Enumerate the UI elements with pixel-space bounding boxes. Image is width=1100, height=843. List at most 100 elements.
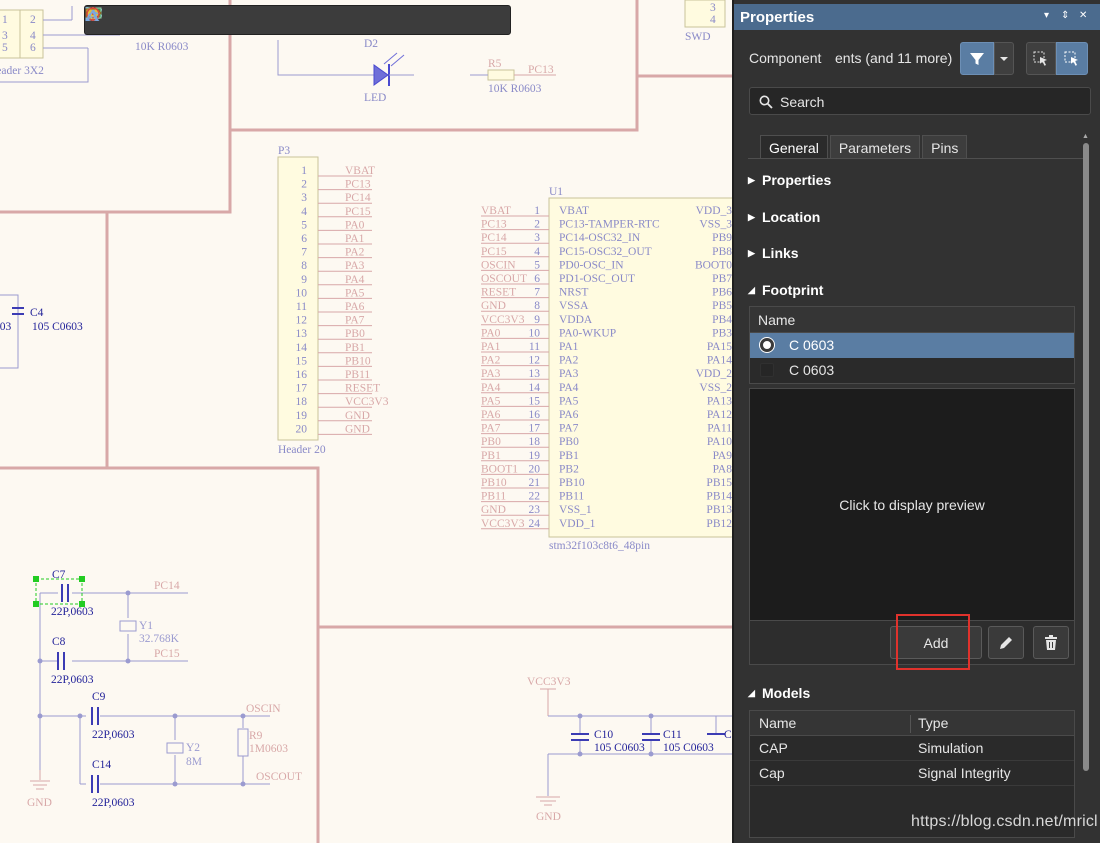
models-column-type: Type <box>918 715 949 731</box>
u1-pin-name-right: PA10 <box>707 436 732 448</box>
u1-net-label: PA0 <box>481 327 501 339</box>
p3-net-label: PC15 <box>345 206 371 218</box>
svg-text:105 C0603: 105 C0603 <box>663 742 714 754</box>
section-properties[interactable]: ▶ Properties <box>748 172 831 188</box>
search-box[interactable] <box>749 87 1091 115</box>
tab-parameters[interactable]: Parameters <box>829 135 921 159</box>
expand-arrow-icon: ▶ <box>748 247 755 258</box>
u1-pin-name-right: PA8 <box>713 463 732 475</box>
section-models[interactable]: ◢ Models <box>748 685 810 701</box>
place-bus-icon[interactable] <box>85 7 347 33</box>
u1-pin-name-left: PA2 <box>559 355 579 367</box>
filter-button[interactable] <box>960 42 994 75</box>
model-row[interactable]: Cap Signal Integrity <box>750 761 1074 786</box>
svg-text:C10: C10 <box>594 729 613 741</box>
svg-text:6: 6 <box>30 42 36 54</box>
u1-net-label: VBAT <box>481 205 511 217</box>
footprint-column-name: Name <box>750 307 1074 333</box>
p3-net-label: PB11 <box>345 369 370 381</box>
select-mode-button[interactable] <box>1026 42 1056 75</box>
svg-text:105 C0603: 105 C0603 <box>32 321 83 333</box>
p3-pin-number: 15 <box>296 355 308 367</box>
footprint-row[interactable]: C 0603 <box>750 358 1074 383</box>
svg-text:1: 1 <box>2 14 8 26</box>
section-location[interactable]: ▶ Location <box>748 209 820 225</box>
u1-pin-number: 21 <box>529 477 541 489</box>
svg-text:GND: GND <box>536 811 561 823</box>
capacitor-c4-part[interactable]: C4 603 105 C0603 <box>0 294 83 369</box>
swd-header-part[interactable]: 3 4 SWD <box>684 0 726 43</box>
component-row: Component ents (and 11 more) <box>734 42 1100 76</box>
tab-divider <box>748 158 1088 159</box>
u1-pin-number: 18 <box>529 436 541 448</box>
u1-pin-name-right: PA15 <box>707 341 732 353</box>
u1-net-label: GND <box>481 504 506 516</box>
section-location-label: Location <box>762 209 821 225</box>
u1-pin-name-right: PA12 <box>707 409 732 421</box>
svg-text:LED: LED <box>364 92 386 104</box>
u1-pin-number: 19 <box>529 450 541 462</box>
u1-pin-name-left: PC15-OSC32_OUT <box>559 246 652 258</box>
u1-pin-number: 8 <box>534 300 540 312</box>
footprint-preview[interactable]: Click to display preview <box>749 388 1075 620</box>
u1-pin-name-left: VDDA <box>559 314 593 326</box>
tab-pins[interactable]: Pins <box>922 135 968 159</box>
svg-text:3: 3 <box>710 2 716 14</box>
schematic-canvas[interactable]: 1 2 3 4 5 6 Header 3X2 10K R0603 D2 LED … <box>0 0 732 843</box>
align-icon[interactable] <box>87 7 219 33</box>
place-net-label-icon[interactable] <box>85 7 411 33</box>
model-row[interactable]: CAP Simulation <box>750 736 1074 761</box>
u1-net-label: PC13 <box>481 219 507 231</box>
delete-footprint-button[interactable] <box>1033 626 1069 659</box>
schematic-drawing: 1 2 3 4 5 6 Header 3X2 10K R0603 D2 LED … <box>0 0 732 843</box>
panel-close-icon[interactable]: ✕ <box>1079 10 1087 21</box>
model-name: CAP <box>759 740 788 756</box>
filter-dropdown-button[interactable] <box>994 42 1014 75</box>
svg-text:GND: GND <box>27 797 52 809</box>
p3-net-label: VCC3V3 <box>345 396 389 408</box>
column-divider[interactable] <box>910 715 911 733</box>
mcu-u1-part[interactable]: U1 VBAT 1 VBAT VDD_3 PC13 2 PC13-TAMPER-RTC VSS… <box>481 186 732 552</box>
panel-scrollbar[interactable]: ▲ <box>1082 133 1090 773</box>
section-links[interactable]: ▶ Links <box>748 245 799 261</box>
osc32k-circuit[interactable]: C7 22P,0603 PC14 C8 22P,0603 PC15 Y1 32.… <box>27 569 270 809</box>
place-power-icon[interactable] <box>87 7 315 33</box>
p3-pin-number: 10 <box>296 287 308 299</box>
place-directive-icon[interactable] <box>86 7 443 33</box>
panel-menu-icon[interactable]: ▾ <box>1044 10 1049 21</box>
u1-pin-name-right: VDD_3 <box>696 205 732 217</box>
place-wire-icon[interactable] <box>85 7 283 33</box>
select-area-icon[interactable] <box>86 7 187 33</box>
u1-net-label: PC14 <box>481 232 507 244</box>
tab-general[interactable]: General <box>760 135 828 159</box>
p3-pin-number: 18 <box>296 396 308 408</box>
u1-pin-number: 14 <box>529 382 541 394</box>
osc8m-circuit[interactable]: C9 22P,0603 C14 22P,0603 Y2 8M R9 1M0603… <box>91 691 302 809</box>
decoupling-circuit[interactable]: VCC3V3 C10 105 C0603 C11 105 C0603 C GND <box>527 676 732 823</box>
radio-unselected-icon[interactable] <box>760 363 774 377</box>
u1-net-label: BOOT1 <box>481 463 518 475</box>
place-part-icon[interactable] <box>86 7 251 33</box>
place-port-icon[interactable] <box>86 7 379 33</box>
u1-pin-name-left: PD1-OSC_OUT <box>559 273 635 285</box>
edit-footprint-button[interactable] <box>988 626 1024 659</box>
radio-selected-icon[interactable] <box>760 338 774 352</box>
header-p3-part[interactable]: P3 1 VBAT 2 PC13 3 PC14 4 PC15 5 PA0 6 PA1 7 PA2 8 PA3 9… <box>277 145 389 456</box>
place-text-icon[interactable]: A <box>87 6 475 33</box>
scrollbar-thumb[interactable] <box>1083 143 1089 771</box>
panel-pin-icon[interactable]: ⇕ <box>1061 10 1069 21</box>
svg-text:22P,0603: 22P,0603 <box>92 729 135 741</box>
u1-pin-name-right: PB14 <box>706 491 732 503</box>
add-footprint-button[interactable]: Add <box>890 626 982 659</box>
footprint-row[interactable]: C 0603 <box>750 333 1074 358</box>
scroll-up-icon[interactable]: ▲ <box>1082 133 1089 140</box>
u1-net-label: PB1 <box>481 450 501 462</box>
led-d2-part[interactable]: D2 LED <box>277 38 414 104</box>
place-arc-icon[interactable] <box>87 7 507 33</box>
section-footprint[interactable]: ◢ Footprint <box>748 282 823 298</box>
search-input[interactable] <box>780 92 1080 112</box>
cross-probe-icon[interactable] <box>86 7 155 33</box>
svg-text:22P,0603: 22P,0603 <box>51 606 94 618</box>
resistor-r5-part[interactable]: R5 10K R0603 PC13 <box>470 58 556 95</box>
select-touch-button[interactable] <box>1056 42 1088 75</box>
